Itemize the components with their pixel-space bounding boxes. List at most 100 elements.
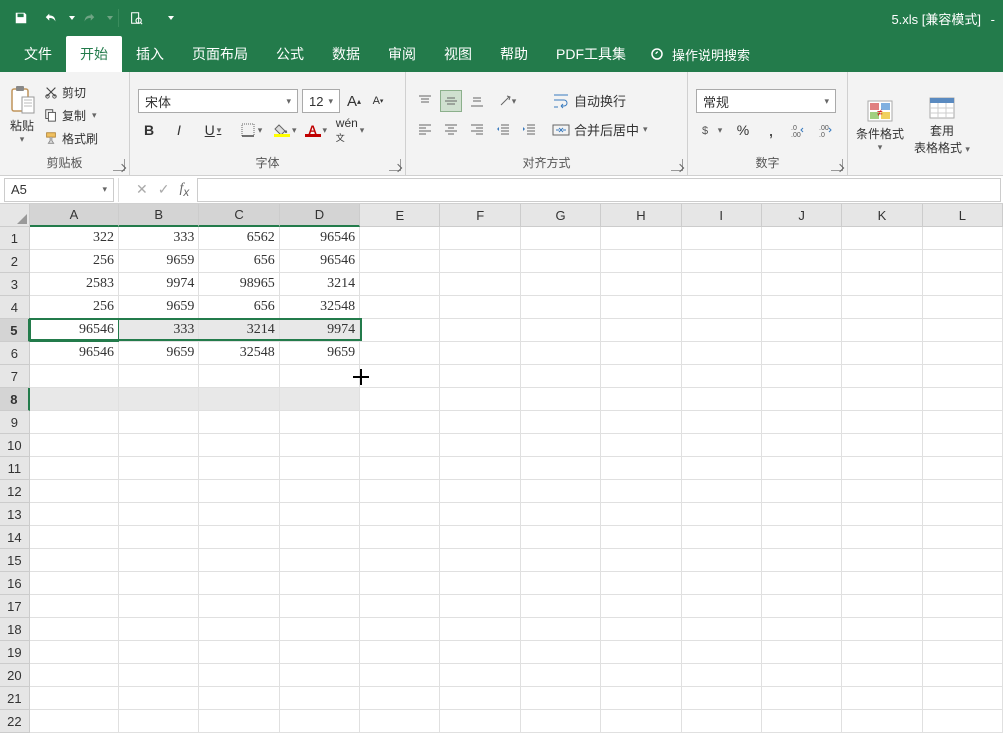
cell[interactable] <box>440 365 520 388</box>
cell[interactable] <box>199 388 279 411</box>
cell[interactable] <box>842 388 922 411</box>
cell[interactable] <box>842 250 922 273</box>
cell[interactable] <box>923 319 1003 342</box>
row-header[interactable]: 12 <box>0 480 30 503</box>
cell[interactable] <box>682 526 762 549</box>
cell[interactable] <box>30 388 119 411</box>
cell[interactable] <box>682 250 762 273</box>
font-launcher[interactable] <box>389 159 401 171</box>
cell[interactable] <box>280 434 360 457</box>
cell[interactable] <box>762 273 842 296</box>
row-header[interactable]: 16 <box>0 572 30 595</box>
format-as-table-button[interactable]: 套用 表格格式 ▾ <box>914 96 970 156</box>
cell[interactable] <box>682 595 762 618</box>
cell[interactable] <box>923 641 1003 664</box>
cell[interactable] <box>601 618 681 641</box>
decrease-font-button[interactable]: A▾ <box>368 91 388 111</box>
cell[interactable] <box>30 710 119 733</box>
fill-color-button[interactable]: ▾ <box>274 123 297 137</box>
cell[interactable] <box>923 250 1003 273</box>
cell[interactable]: 322 <box>30 227 119 250</box>
cell[interactable] <box>360 273 440 296</box>
cell[interactable] <box>280 572 360 595</box>
cell[interactable] <box>119 710 199 733</box>
cell[interactable] <box>762 687 842 710</box>
cell[interactable]: 333 <box>119 227 199 250</box>
cell[interactable] <box>440 572 520 595</box>
row-header[interactable]: 19 <box>0 641 30 664</box>
cell[interactable] <box>199 618 279 641</box>
align-bottom-button[interactable] <box>466 90 488 112</box>
cell[interactable] <box>199 595 279 618</box>
cell[interactable] <box>601 388 681 411</box>
align-middle-button[interactable] <box>440 90 462 112</box>
cell[interactable] <box>199 549 279 572</box>
cell[interactable] <box>360 319 440 342</box>
cell[interactable] <box>762 526 842 549</box>
column-header[interactable]: C <box>199 204 279 227</box>
cell[interactable] <box>119 388 199 411</box>
cell[interactable] <box>360 503 440 526</box>
cell[interactable] <box>360 572 440 595</box>
undo-button[interactable] <box>38 5 64 31</box>
column-header[interactable]: K <box>842 204 922 227</box>
cell[interactable] <box>601 687 681 710</box>
align-right-button[interactable] <box>466 118 488 140</box>
undo-dropdown[interactable] <box>68 16 76 20</box>
cell[interactable] <box>280 365 360 388</box>
accounting-format-button[interactable]: $▾ <box>696 119 726 141</box>
cell[interactable] <box>923 365 1003 388</box>
spreadsheet-grid[interactable]: ABCDEFGHIJKL1322333656296546225696596569… <box>0 204 1003 733</box>
cell[interactable] <box>842 273 922 296</box>
cell[interactable] <box>762 434 842 457</box>
cell[interactable] <box>119 457 199 480</box>
cell[interactable] <box>842 342 922 365</box>
column-header[interactable]: I <box>682 204 762 227</box>
cell[interactable] <box>601 710 681 733</box>
cell[interactable] <box>923 526 1003 549</box>
row-header[interactable]: 15 <box>0 549 30 572</box>
row-header[interactable]: 18 <box>0 618 30 641</box>
cell[interactable] <box>30 664 119 687</box>
row-header[interactable]: 17 <box>0 595 30 618</box>
cell[interactable] <box>923 480 1003 503</box>
cell[interactable]: 6562 <box>199 227 279 250</box>
cell[interactable] <box>521 687 601 710</box>
increase-decimal-button[interactable]: .0.00 <box>788 119 810 141</box>
cell[interactable] <box>199 503 279 526</box>
cell[interactable] <box>682 572 762 595</box>
cell[interactable] <box>923 273 1003 296</box>
cell[interactable] <box>682 687 762 710</box>
column-header[interactable]: A <box>30 204 119 227</box>
cell[interactable] <box>199 664 279 687</box>
column-header[interactable]: D <box>280 204 360 227</box>
cell[interactable] <box>521 710 601 733</box>
cell[interactable]: 9659 <box>280 342 360 365</box>
cell[interactable] <box>682 641 762 664</box>
cell[interactable] <box>682 388 762 411</box>
cell[interactable] <box>521 618 601 641</box>
column-header[interactable]: H <box>601 204 681 227</box>
row-header[interactable]: 7 <box>0 365 30 388</box>
column-header[interactable]: G <box>521 204 601 227</box>
border-button[interactable]: ▾ <box>236 119 266 141</box>
cell[interactable] <box>842 503 922 526</box>
cell[interactable] <box>360 457 440 480</box>
cell[interactable] <box>601 434 681 457</box>
cell[interactable] <box>682 710 762 733</box>
cell[interactable] <box>762 319 842 342</box>
cell[interactable] <box>30 457 119 480</box>
cell[interactable] <box>601 227 681 250</box>
cell[interactable] <box>842 411 922 434</box>
cut-button[interactable]: 剪切 <box>42 82 100 103</box>
cell[interactable] <box>762 618 842 641</box>
font-color-button[interactable]: A ▾ <box>305 123 328 137</box>
cell[interactable] <box>440 664 520 687</box>
cell[interactable] <box>360 250 440 273</box>
tab-data[interactable]: 数据 <box>318 36 374 72</box>
cell[interactable] <box>521 273 601 296</box>
formula-input[interactable] <box>197 178 1001 202</box>
cell[interactable] <box>440 227 520 250</box>
cell[interactable] <box>762 503 842 526</box>
comma-button[interactable]: , <box>760 119 782 141</box>
